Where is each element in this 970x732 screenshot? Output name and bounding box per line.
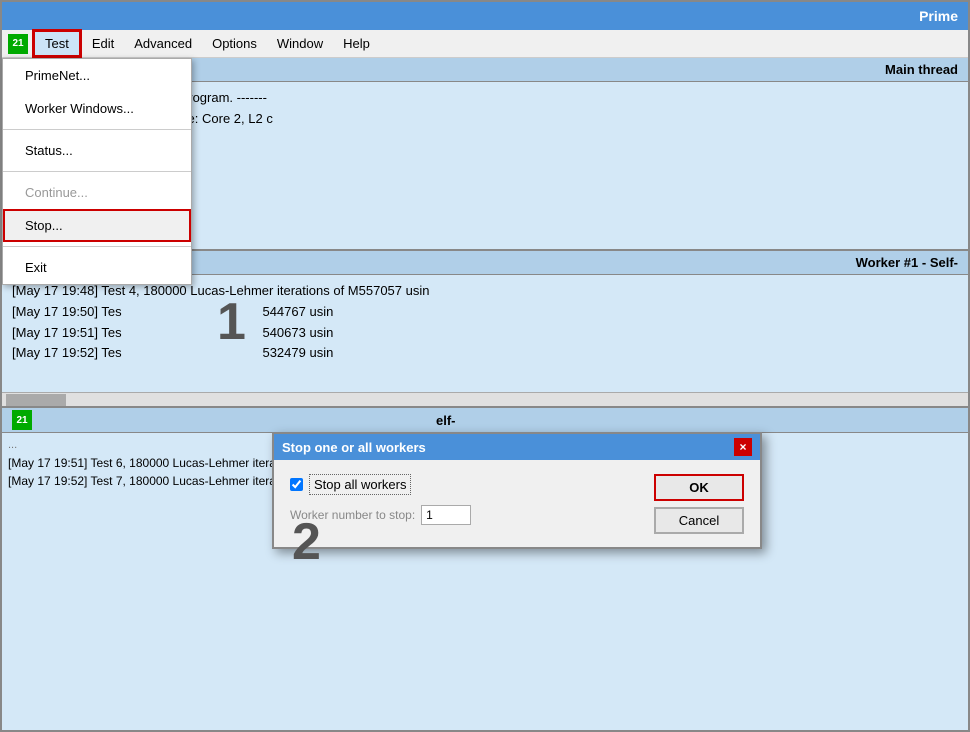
dialog-close-button[interactable]: × — [734, 438, 752, 456]
stop-all-checkbox[interactable] — [290, 478, 303, 491]
bottom-app-icon: 21 — [12, 410, 32, 430]
menu-edit[interactable]: Edit — [82, 32, 124, 55]
menu-help[interactable]: Help — [333, 32, 380, 55]
stop-all-label: Stop all workers — [309, 474, 411, 495]
main-window: Prime 21 Test Edit Advanced Options Wind… — [0, 0, 970, 732]
menu-divider-2 — [3, 171, 191, 172]
menu-continue[interactable]: Continue... — [3, 176, 191, 209]
dialog-body: Stop all workers Worker number to stop: … — [274, 460, 760, 547]
worker-scrollbar[interactable] — [2, 392, 968, 406]
stop-all-row: Stop all workers — [290, 474, 654, 495]
bottom-header: elf- — [436, 413, 456, 428]
dialog-title: Stop one or all workers — [282, 440, 426, 455]
menu-options[interactable]: Options — [202, 32, 267, 55]
menu-window[interactable]: Window — [267, 32, 333, 55]
dialog-main-row: Stop all workers Worker number to stop: … — [290, 474, 744, 535]
menu-test[interactable]: Test — [32, 29, 82, 58]
menu-status[interactable]: Status... — [3, 134, 191, 167]
menu-stop[interactable]: Stop... — [3, 209, 191, 242]
menu-divider-3 — [3, 246, 191, 247]
dialog-title-bar: Stop one or all workers × — [274, 434, 760, 460]
ok-button[interactable]: OK — [654, 474, 744, 501]
app-icon: 21 — [8, 34, 28, 54]
worker-log-2: [May 17 19:51] Tes 540673 usin — [12, 323, 958, 344]
menu-bar: 21 Test Edit Advanced Options Window Hel… — [2, 30, 968, 58]
dialog-buttons: OK Cancel — [654, 474, 744, 534]
scrollbar-thumb[interactable] — [6, 394, 66, 406]
worker-log-1: [May 17 19:50] Tes 544767 usin — [12, 302, 958, 323]
test-dropdown-menu: PrimeNet... Worker Windows... Status... … — [2, 58, 192, 285]
menu-advanced[interactable]: Advanced — [124, 32, 202, 55]
menu-divider-1 — [3, 129, 191, 130]
stop-dialog: Stop one or all workers × Stop all worke… — [272, 432, 762, 549]
worker-number-row: Worker number to stop: — [290, 505, 654, 525]
cancel-button[interactable]: Cancel — [654, 507, 744, 534]
step2-label: 2 — [292, 512, 321, 572]
dialog-left-section: Stop all workers Worker number to stop: — [290, 474, 654, 535]
app-title: Prime — [919, 8, 958, 24]
menu-worker-windows[interactable]: Worker Windows... — [3, 92, 191, 125]
worker-thread-content: [May 17 19:48] Test 4, 180000 Lucas-Lehm… — [2, 275, 968, 392]
title-bar: Prime — [2, 2, 968, 30]
worker-log-3: [May 17 19:52] Tes 532479 usin — [12, 343, 958, 364]
menu-exit[interactable]: Exit — [3, 251, 191, 284]
menu-primenet[interactable]: PrimeNet... — [3, 59, 191, 92]
bottom-icon-row: 21 elf- — [2, 408, 968, 433]
worker-number-input[interactable] — [421, 505, 471, 525]
step1-label: 1 — [217, 292, 246, 352]
